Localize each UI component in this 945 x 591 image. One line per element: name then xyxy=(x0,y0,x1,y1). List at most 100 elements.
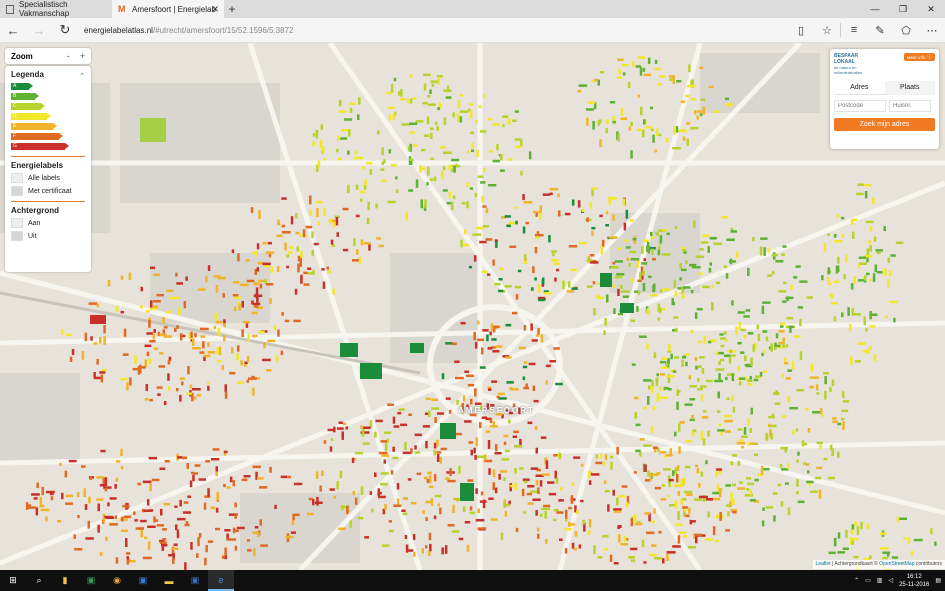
building xyxy=(676,473,679,483)
building xyxy=(552,251,555,257)
share-icon[interactable]: ⬠ xyxy=(893,18,919,43)
building xyxy=(697,378,700,382)
filter-alle-labels[interactable]: Alle labels xyxy=(11,173,85,183)
postcode-input[interactable] xyxy=(834,100,886,112)
file-explorer-icon[interactable]: ▬ xyxy=(156,570,182,591)
reading-view-icon[interactable]: ▯ xyxy=(788,18,814,43)
building xyxy=(620,284,623,289)
huisnummer-input[interactable] xyxy=(889,100,931,112)
close-tab-icon[interactable]: ✕ xyxy=(211,4,219,15)
excel-icon[interactable]: ▣ xyxy=(78,570,104,591)
leaflet-link[interactable]: Leaflet xyxy=(816,561,831,567)
building xyxy=(673,279,676,289)
checkbox[interactable] xyxy=(11,231,23,241)
outlook-icon[interactable]: ▣ xyxy=(130,570,156,591)
notifications-icon[interactable]: ▤ xyxy=(935,577,941,584)
building xyxy=(872,273,876,282)
back-button[interactable]: ← xyxy=(0,18,26,43)
search-icon[interactable]: ⌕ xyxy=(26,570,52,591)
building xyxy=(476,149,479,157)
building xyxy=(479,240,487,244)
building xyxy=(492,123,500,126)
site-logo-icon: M xyxy=(118,3,126,14)
building xyxy=(591,187,598,190)
energy-label-f: F xyxy=(11,132,85,141)
building xyxy=(833,234,837,238)
file-icon[interactable]: ▮ xyxy=(52,570,78,591)
energielabels-title: Energielabels xyxy=(11,161,64,170)
word-icon[interactable]: ▣ xyxy=(182,570,208,591)
building xyxy=(267,339,276,343)
filter-met-certificaat[interactable]: Met certificaat xyxy=(11,186,85,196)
edge-icon[interactable]: e xyxy=(208,570,234,591)
building xyxy=(610,455,614,459)
building xyxy=(673,126,676,135)
building xyxy=(81,351,85,360)
refresh-button[interactable]: ↻ xyxy=(52,18,78,43)
hub-icon[interactable]: ≡ xyxy=(841,18,867,43)
label-bar: G xyxy=(11,143,69,150)
tab-specialistisch[interactable]: Specialistisch Vakmanschap xyxy=(0,0,112,18)
building xyxy=(445,96,452,99)
checkbox[interactable] xyxy=(11,186,23,196)
collapse-icon[interactable]: ⌃ xyxy=(79,72,85,80)
building xyxy=(774,342,777,347)
building xyxy=(494,487,498,494)
web-note-icon[interactable]: ✎ xyxy=(867,18,893,43)
building xyxy=(178,307,181,316)
building xyxy=(477,175,484,178)
building xyxy=(700,98,705,101)
battery-icon[interactable]: ▭ xyxy=(865,577,871,584)
building xyxy=(319,139,323,149)
zoek-adres-button[interactable]: Zoek mijn adres xyxy=(834,118,935,131)
building xyxy=(622,72,626,76)
building xyxy=(408,189,414,192)
building xyxy=(295,231,300,235)
start-icon[interactable]: ⊞ xyxy=(0,570,26,591)
tab-adres[interactable]: Adres xyxy=(834,81,885,95)
zoom-in-button[interactable]: + xyxy=(80,51,85,61)
building xyxy=(213,325,217,330)
building xyxy=(433,449,436,456)
building xyxy=(685,94,690,98)
clock[interactable]: 16:12 25-11-2016 xyxy=(899,573,929,589)
forward-button[interactable]: → xyxy=(26,18,52,43)
building xyxy=(593,308,596,316)
building xyxy=(276,266,280,272)
osm-link[interactable]: OpenStreetMap xyxy=(879,561,914,567)
volume-icon[interactable]: ◁ xyxy=(888,577,893,584)
tab-plaats[interactable]: Plaats xyxy=(884,81,935,95)
building xyxy=(537,283,541,293)
building xyxy=(361,428,365,437)
building xyxy=(792,430,795,435)
chrome-icon[interactable]: ◉ xyxy=(104,570,130,591)
more-icon[interactable]: ⋯ xyxy=(919,18,945,43)
maximize-button[interactable]: ❐ xyxy=(889,0,917,18)
favorite-star-icon[interactable]: ☆ xyxy=(814,18,840,43)
building xyxy=(152,273,160,277)
new-tab-button[interactable]: + xyxy=(224,0,240,18)
building xyxy=(753,453,758,456)
close-window-button[interactable]: ✕ xyxy=(917,0,945,18)
building xyxy=(614,260,623,263)
minimize-button[interactable]: — xyxy=(861,0,889,18)
checkbox[interactable] xyxy=(11,218,23,228)
building xyxy=(544,292,553,295)
checkbox[interactable] xyxy=(11,173,23,183)
building xyxy=(73,534,76,539)
building xyxy=(781,373,784,378)
background-aan[interactable]: Aan xyxy=(11,218,85,228)
tab-amersfoort[interactable]: M Amersfoort | Energielab ✕ xyxy=(112,0,224,18)
background-uit[interactable]: Uit xyxy=(11,231,85,241)
chevron-up-icon[interactable]: ⌃ xyxy=(854,577,859,584)
building xyxy=(468,108,471,112)
map-canvas[interactable]: AMERSFOORT xyxy=(0,43,945,570)
network-icon[interactable]: ▥ xyxy=(877,577,883,584)
url-field[interactable]: energielabelatlas.nl/#utrecht/amersfoort… xyxy=(84,26,788,35)
building xyxy=(427,95,431,98)
meer-info-button[interactable]: Meer info ⓘ xyxy=(903,53,935,61)
address-bar-row: ← → ↻ energielabelatlas.nl/#utrecht/amer… xyxy=(0,18,945,43)
building xyxy=(666,551,676,554)
zoom-out-button[interactable]: - xyxy=(67,51,70,61)
building xyxy=(729,501,732,508)
